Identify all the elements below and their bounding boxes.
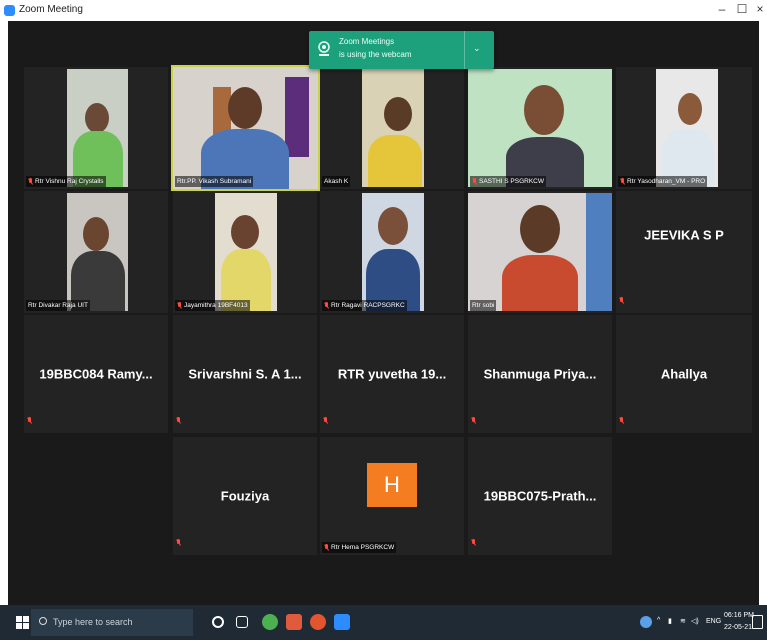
- meeting-gallery: Rtr Vishnu Raj Crystalls Rtr.PP. Vikash …: [8, 21, 759, 605]
- participant-tile[interactable]: Fouziya: [173, 437, 317, 555]
- mic-muted-icon: [324, 301, 329, 309]
- participant-name-label: Rtr Divakar Raja UIT: [26, 300, 90, 311]
- notification-message: is using the webcam: [339, 50, 412, 59]
- chrome-icon[interactable]: [262, 614, 278, 630]
- participant-name: Shanmuga Priya...: [483, 366, 597, 382]
- mic-muted-icon: [619, 292, 626, 310]
- app-icon[interactable]: [286, 614, 302, 630]
- video-feed: [468, 69, 612, 187]
- mic-muted-icon: [619, 412, 626, 430]
- webcam-icon: [318, 41, 330, 56]
- participant-name-label: Rtr.PP. Vikash Subramani: [175, 176, 254, 187]
- participant-tile[interactable]: Srivarshni S. A 1...: [173, 315, 317, 433]
- video-feed: [468, 193, 612, 311]
- browser-icon[interactable]: [310, 614, 326, 630]
- window-title: Zoom Meeting: [19, 4, 83, 15]
- close-button[interactable]: ×: [750, 2, 767, 16]
- search-placeholder: Type here to search: [53, 617, 133, 627]
- participant-name-label: Rtr Vishnu Raj Crystalls: [26, 176, 106, 187]
- participant-tile[interactable]: SASTHI S PSGRKCW: [468, 67, 612, 189]
- participant-tile[interactable]: Rtr Divakar Raja UIT: [24, 191, 168, 313]
- mic-muted-icon: [471, 412, 478, 430]
- video-feed: [362, 193, 424, 311]
- user-tray-icon[interactable]: [640, 616, 652, 628]
- tray-expand-icon[interactable]: ^: [657, 617, 660, 624]
- participant-name-label: Jayamithra 19BF4013: [175, 300, 250, 311]
- mic-muted-icon: [324, 543, 329, 551]
- participant-tile[interactable]: Shanmuga Priya...: [468, 315, 612, 433]
- participant-tile[interactable]: JEEVIKA S P: [616, 191, 752, 313]
- minimize-button[interactable]: –: [712, 2, 732, 16]
- mic-muted-icon: [471, 534, 478, 552]
- video-feed: [67, 193, 128, 311]
- windows-start-icon[interactable]: [16, 616, 29, 629]
- participant-name-label: Rtr sobi: [470, 300, 497, 311]
- title-bar: Zoom Meeting – ☐ ×: [0, 0, 767, 21]
- language-indicator[interactable]: ENG: [706, 618, 721, 625]
- video-feed: [362, 69, 424, 187]
- wifi-icon[interactable]: ≋: [680, 617, 686, 625]
- participant-tile[interactable]: 19BBC075-Prath...: [468, 437, 612, 555]
- participant-name: Fouziya: [220, 488, 270, 504]
- search-icon: [39, 617, 47, 625]
- notifications-icon[interactable]: [752, 615, 763, 629]
- network-icon[interactable]: ▮: [668, 617, 672, 625]
- participant-tile[interactable]: RTR yuvetha 19...: [320, 315, 464, 433]
- avatar: H: [367, 463, 417, 507]
- notification-divider: [464, 31, 465, 69]
- task-view-icon[interactable]: [236, 616, 248, 628]
- participant-name: Ahallya: [660, 366, 708, 382]
- mic-muted-icon: [176, 534, 183, 552]
- video-feed: [215, 193, 277, 311]
- participant-tile[interactable]: Rtr Yasodharan_VM - PRO: [616, 67, 752, 189]
- participant-tile[interactable]: H Rtr Hema PSGRKCW: [320, 437, 464, 555]
- mic-muted-icon: [620, 177, 625, 185]
- participant-tile[interactable]: Rtr Ragavi RACPSGRKC: [320, 191, 464, 313]
- video-feed: [67, 69, 128, 187]
- zoom-app-icon: [4, 5, 15, 16]
- clock-date[interactable]: 22-05-21: [724, 624, 752, 631]
- participant-name: 19BBC084 Ramy...: [39, 366, 153, 382]
- clock-time[interactable]: 06:16 PM: [724, 612, 754, 619]
- volume-icon[interactable]: ◁): [691, 617, 699, 625]
- windows-taskbar: Type here to search ^ ▮ ≋ ◁) ENG 06:16 P…: [0, 605, 767, 640]
- taskbar-search-box[interactable]: Type here to search: [31, 609, 193, 636]
- participant-tile[interactable]: Akash K: [320, 67, 464, 189]
- participant-tile[interactable]: Ahallya: [616, 315, 752, 433]
- participant-name-label: Rtr Hema PSGRKCW: [322, 542, 397, 553]
- participant-name-label: Akash K: [322, 176, 351, 187]
- mic-muted-icon: [472, 177, 477, 185]
- video-feed: [173, 67, 318, 189]
- participant-name-label: Rtr Yasodharan_VM - PRO: [618, 176, 708, 187]
- cortana-icon[interactable]: [212, 616, 224, 628]
- participant-tile[interactable]: 19BBC084 Ramy...: [24, 315, 168, 433]
- participant-name: RTR yuvetha 19...: [337, 366, 447, 382]
- participant-tile[interactable]: Rtr sobi: [468, 191, 612, 313]
- participant-name: Srivarshni S. A 1...: [188, 366, 302, 382]
- participant-name-label: Rtr Ragavi RACPSGRKC: [322, 300, 407, 311]
- participant-tile[interactable]: Jayamithra 19BF4013: [173, 191, 317, 313]
- chevron-down-icon[interactable]: ⌄: [473, 43, 481, 54]
- participant-name: 19BBC075-Prath...: [483, 488, 597, 504]
- mic-muted-icon: [323, 412, 330, 430]
- participant-tile[interactable]: Rtr Vishnu Raj Crystalls: [24, 67, 168, 189]
- mic-muted-icon: [176, 412, 183, 430]
- notification-title: Zoom Meetings: [339, 37, 395, 46]
- mic-muted-icon: [177, 301, 182, 309]
- video-feed: [656, 69, 718, 187]
- participant-name-label: SASTHI S PSGRKCW: [470, 176, 547, 187]
- webcam-notification[interactable]: Zoom Meetings is using the webcam ⌄: [309, 31, 494, 69]
- zoom-taskbar-icon[interactable]: [334, 614, 350, 630]
- participant-tile-active-speaker[interactable]: Rtr.PP. Vikash Subramani: [171, 65, 320, 191]
- mic-muted-icon: [27, 412, 34, 430]
- participant-name: JEEVIKA S P: [644, 227, 724, 243]
- maximize-button[interactable]: ☐: [732, 2, 752, 16]
- mic-muted-icon: [28, 177, 33, 185]
